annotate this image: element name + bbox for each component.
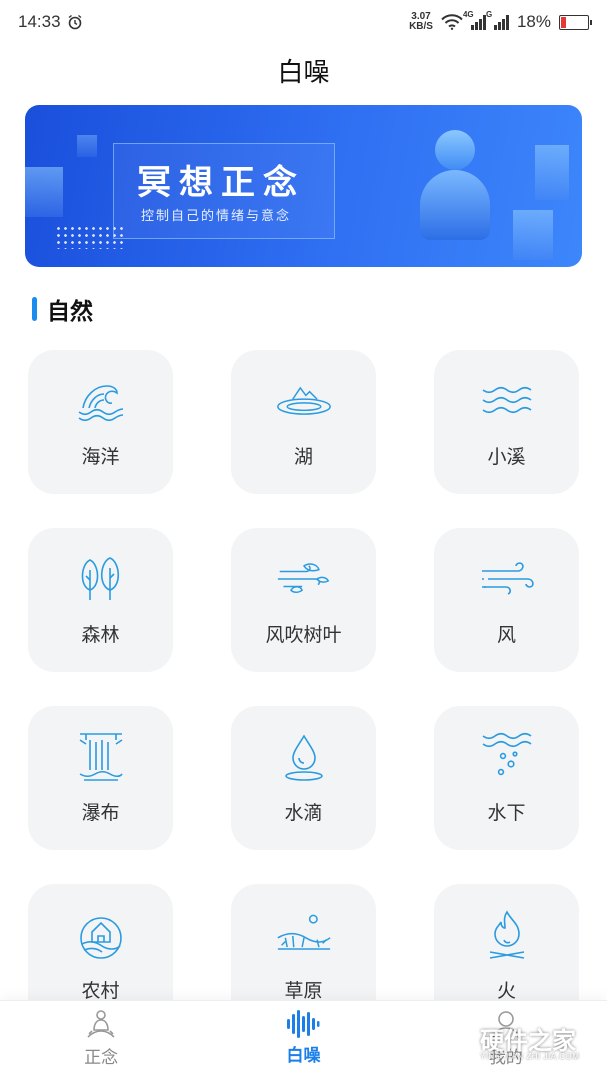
- meditation-icon: [87, 1010, 115, 1038]
- sound-label: 瀑布: [81, 803, 120, 824]
- banner-cube-decor: [535, 145, 569, 200]
- sound-card-forest[interactable]: 森林: [28, 528, 173, 672]
- banner-cube-decor: [77, 135, 97, 157]
- sound-label: 草原: [284, 981, 323, 1002]
- sound-label: 海洋: [81, 447, 120, 468]
- meditation-banner[interactable]: 冥想正念 控制自己的情绪与意念: [25, 105, 582, 267]
- fire-icon: [479, 910, 535, 960]
- banner-cube-decor: [25, 167, 63, 217]
- wifi-icon: [441, 14, 463, 30]
- cell-signal-icon-1: 4G: [463, 10, 486, 30]
- battery-level: [561, 16, 566, 28]
- sound-card-underwater[interactable]: 水下: [434, 706, 579, 850]
- waterfall-icon: [73, 732, 129, 782]
- wind-icon: [479, 554, 535, 604]
- nav-item-white-noise[interactable]: 白噪: [202, 1001, 404, 1080]
- underwater-icon: [479, 732, 535, 782]
- nav-item-mindfulness[interactable]: 正念: [0, 1001, 202, 1080]
- wind-leaves-icon: [276, 554, 332, 604]
- sound-card-water-drop[interactable]: 水滴: [231, 706, 376, 850]
- clock-time: 14:33: [18, 12, 61, 31]
- signal-tag-g: G: [485, 10, 493, 19]
- network-speed: 3.07 KB/S: [409, 12, 433, 32]
- battery-icon: [559, 14, 592, 30]
- sound-label: 水下: [487, 803, 526, 824]
- figure-head-illustration: [435, 130, 475, 170]
- sound-label: 风: [496, 625, 516, 646]
- sound-card-waterfall[interactable]: 瀑布: [28, 706, 173, 850]
- section-accent-bar: [32, 297, 37, 321]
- battery-percent: 18%: [516, 12, 551, 31]
- status-bar: 14:33 3.07 KB/S 4G G 18%: [0, 0, 607, 44]
- sound-label: 风吹树叶: [265, 625, 342, 646]
- sound-label: 湖: [293, 447, 313, 468]
- alarm-icon: [68, 14, 81, 30]
- watermark-logo-icon: [440, 1019, 474, 1057]
- cell-signal-icon-2: G: [486, 10, 509, 30]
- sound-label: 小溪: [487, 447, 526, 468]
- watermark-text: 硬件之家: [480, 1027, 576, 1055]
- banner-title: 冥想正念: [137, 164, 305, 202]
- stream-icon: [479, 376, 535, 426]
- sound-card-stream[interactable]: 小溪: [434, 350, 579, 494]
- sound-card-wind-leaves[interactable]: 风吹树叶: [231, 528, 376, 672]
- forest-icon: [73, 554, 129, 604]
- sound-label: 森林: [81, 625, 120, 646]
- sound-label: 水滴: [284, 803, 323, 824]
- status-right: 3.07 KB/S 4G G 18%: [409, 10, 592, 32]
- grassland-icon: [276, 910, 332, 960]
- section-title-nature: 自然: [32, 292, 93, 326]
- meditating-figure-illustration: [420, 170, 490, 240]
- sound-label: 火: [496, 981, 516, 1002]
- nav-label: 正念: [84, 1048, 119, 1067]
- ocean-wave-icon: [73, 376, 129, 426]
- status-left: 14:33: [18, 12, 83, 32]
- sound-card-wind[interactable]: 风: [434, 528, 579, 672]
- watermark-subtext: YING JIAN ZHI JIA.COM: [480, 1052, 580, 1061]
- signal-tag-4g: 4G: [462, 10, 474, 19]
- sound-card-lake[interactable]: 湖: [231, 350, 376, 494]
- nav-label: 白噪: [286, 1046, 321, 1065]
- banner-subtitle: 控制自己的情绪与意念: [141, 208, 292, 223]
- water-drop-icon: [276, 732, 332, 782]
- banner-cube-decor: [513, 210, 553, 260]
- section-title-text: 自然: [47, 298, 93, 324]
- watermark: 硬件之家 YING JIAN ZHI JIA.COM: [440, 1008, 600, 1068]
- lake-icon: [276, 376, 332, 426]
- countryside-icon: [73, 910, 129, 960]
- network-speed-unit: KB/S: [409, 21, 433, 32]
- sound-label: 农村: [81, 981, 120, 1002]
- page-title: 白噪: [277, 57, 330, 87]
- sound-card-ocean[interactable]: 海洋: [28, 350, 173, 494]
- soundwave-icon: [287, 1010, 320, 1038]
